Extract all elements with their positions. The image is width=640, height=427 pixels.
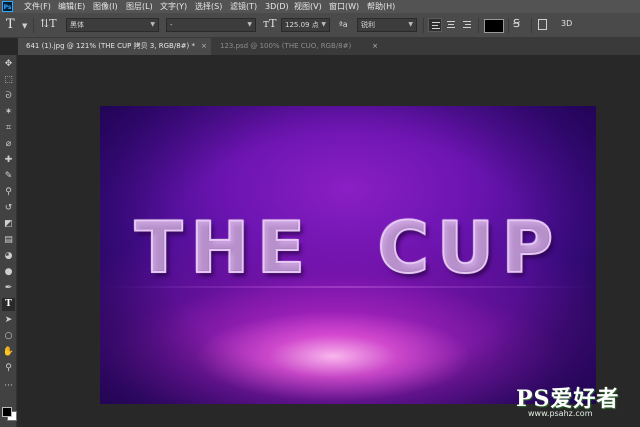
close-icon[interactable]: × bbox=[372, 38, 378, 55]
menu-filter[interactable]: 滤镜(T) bbox=[230, 0, 257, 13]
tab-label: 123.psd @ 100% (THE CUO, RGB/8#) bbox=[220, 42, 352, 50]
zoom-tool[interactable]: ⚲ bbox=[2, 362, 15, 375]
marquee-tool[interactable]: ⬚ bbox=[2, 74, 15, 87]
gradient-tool[interactable]: ▤ bbox=[2, 234, 15, 247]
canvas-text-layer[interactable]: THE CUP bbox=[100, 207, 596, 289]
text-orientation-icon[interactable]: ⇅T bbox=[40, 17, 57, 30]
brush-tool[interactable]: ✎ bbox=[2, 170, 15, 183]
align-left-button[interactable] bbox=[428, 18, 442, 32]
tab-label: 641 (1).jpg @ 121% (THE CUP 拷贝 3, RGB/8#… bbox=[26, 42, 195, 50]
menu-select[interactable]: 选择(S) bbox=[195, 0, 222, 13]
watermark-url: www.psahz.com bbox=[528, 409, 593, 418]
warp-text-icon[interactable]: Ꞩ bbox=[513, 17, 520, 30]
close-icon[interactable]: × bbox=[201, 38, 207, 55]
menu-file[interactable]: 文件(F) bbox=[24, 0, 51, 13]
more-tools-icon[interactable]: ··· bbox=[2, 380, 15, 393]
antialias-value: 锐利 bbox=[361, 21, 375, 29]
font-style-value: - bbox=[170, 21, 173, 29]
dodge-tool[interactable]: ● bbox=[2, 266, 15, 279]
pen-tool[interactable]: ✒ bbox=[2, 282, 15, 295]
menu-layer[interactable]: 图层(L) bbox=[126, 0, 153, 13]
move-tool[interactable]: ✥ bbox=[2, 58, 15, 71]
tab-document-2[interactable]: 123.psd @ 100% (THE CUO, RGB/8#) × bbox=[212, 38, 382, 55]
clone-stamp-tool[interactable]: ⚲ bbox=[2, 186, 15, 199]
menu-bar: Ps 文件(F) 编辑(E) 图像(I) 图层(L) 文字(Y) 选择(S) 滤… bbox=[0, 0, 640, 13]
menu-window[interactable]: 窗口(W) bbox=[329, 0, 359, 13]
chevron-down-icon: ▼ bbox=[408, 21, 413, 28]
type-tool-preset-icon[interactable]: T bbox=[6, 17, 15, 32]
font-size-select[interactable]: 125.09 点 ▼ bbox=[281, 18, 330, 32]
menu-help[interactable]: 帮助(H) bbox=[367, 0, 395, 13]
antialias-icon: ªa bbox=[339, 20, 348, 29]
align-right-button[interactable] bbox=[460, 18, 474, 32]
tab-document-1[interactable]: 641 (1).jpg @ 121% (THE CUP 拷贝 3, RGB/8#… bbox=[18, 38, 211, 55]
crop-tool[interactable]: ⌗ bbox=[2, 122, 15, 135]
eraser-tool[interactable]: ◩ bbox=[2, 218, 15, 231]
lasso-tool[interactable]: ᘐ bbox=[2, 90, 15, 103]
path-selection-tool[interactable]: ➤ bbox=[2, 314, 15, 327]
menu-edit[interactable]: 编辑(E) bbox=[58, 0, 85, 13]
chevron-down-icon: ▼ bbox=[247, 21, 252, 28]
magic-wand-tool[interactable]: ✶ bbox=[2, 106, 15, 119]
blur-tool[interactable]: ◕ bbox=[2, 250, 15, 263]
healing-brush-tool[interactable]: ✚ bbox=[2, 154, 15, 167]
menu-type[interactable]: 文字(Y) bbox=[160, 0, 187, 13]
eyedropper-tool[interactable]: ⌀ bbox=[2, 138, 15, 151]
chevron-down-icon: ▼ bbox=[150, 21, 155, 28]
chevron-down-icon[interactable]: ▼ bbox=[22, 22, 27, 30]
hand-tool[interactable]: ✋ bbox=[2, 346, 15, 359]
site-watermark: PS爱好者 www.psahz.com bbox=[516, 381, 638, 425]
foreground-color-swatch[interactable] bbox=[2, 407, 12, 417]
3d-button[interactable]: 3D bbox=[561, 19, 572, 28]
font-family-select[interactable]: 黑体 ▼ bbox=[66, 18, 159, 32]
tools-panel: ✥ ⬚ ᘐ ✶ ⌗ ⌀ ✚ ✎ ⚲ ↺ ◩ ▤ ◕ ● ✒ T ➤ ○ ✋ ⚲ … bbox=[0, 55, 17, 427]
menu-image[interactable]: 图像(I) bbox=[93, 0, 118, 13]
chevron-down-icon: ▼ bbox=[321, 21, 326, 28]
history-brush-tool[interactable]: ↺ bbox=[2, 202, 15, 215]
font-size-icon: ᴛT bbox=[263, 17, 277, 30]
font-family-value: 黑体 bbox=[70, 21, 84, 29]
photoshop-logo-icon: Ps bbox=[2, 1, 13, 12]
menu-3d[interactable]: 3D(D) bbox=[265, 0, 289, 13]
document-canvas[interactable]: THE CUP bbox=[100, 106, 596, 404]
text-color-swatch[interactable] bbox=[484, 19, 504, 33]
character-panel-icon[interactable] bbox=[538, 19, 547, 30]
menu-view[interactable]: 视图(V) bbox=[294, 0, 322, 13]
antialias-select[interactable]: 锐利 ▼ bbox=[357, 18, 417, 32]
font-size-value: 125.09 点 bbox=[285, 21, 319, 29]
type-tool[interactable]: T bbox=[2, 298, 15, 311]
options-bar: T ▼ ⇅T 黑体 ▼ - ▼ ᴛT 125.09 点 ▼ ªa 锐利 ▼ Ꞩ … bbox=[0, 13, 640, 38]
font-style-select[interactable]: - ▼ bbox=[166, 18, 256, 32]
align-center-button[interactable] bbox=[444, 18, 458, 32]
ellipse-tool[interactable]: ○ bbox=[2, 330, 15, 343]
document-tab-bar: 641 (1).jpg @ 121% (THE CUP 拷贝 3, RGB/8#… bbox=[18, 38, 640, 55]
